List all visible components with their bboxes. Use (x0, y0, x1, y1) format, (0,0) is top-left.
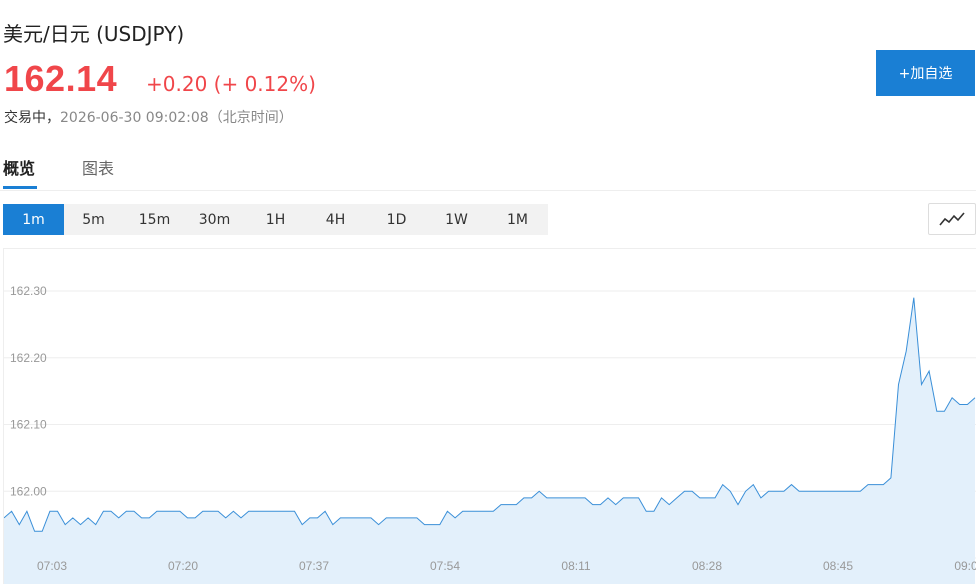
chart-type-button[interactable] (928, 203, 976, 235)
period-1mo[interactable]: 1M (487, 204, 548, 235)
page-title: 美元/日元 (USDJPY) (3, 22, 185, 46)
period-1w[interactable]: 1W (426, 204, 487, 235)
tab-bar: 概览 图表 (0, 150, 976, 191)
x-tick-label: 07:54 (430, 559, 460, 573)
x-tick-label: 07:03 (37, 559, 67, 573)
tab-chart[interactable]: 图表 (82, 155, 114, 179)
series-area (4, 297, 975, 584)
period-15m[interactable]: 15m (124, 204, 185, 235)
y-tick-label: 162.00 (10, 484, 47, 498)
x-tick-label: 08:11 (561, 559, 590, 573)
period-4h[interactable]: 4H (305, 204, 366, 235)
tab-overview[interactable]: 概览 (3, 155, 35, 179)
chart-svg: 162.30162.20162.10162.00161.9007:0307:20… (4, 284, 976, 584)
period-5m[interactable]: 5m (63, 204, 124, 235)
period-1h[interactable]: 1H (245, 204, 306, 235)
period-selector: 1m 5m 15m 30m 1H 4H 1D 1W 1M (3, 204, 548, 235)
trading-status: 交易中，2026-06-30 09:02:08（北京时间） (4, 107, 293, 127)
period-1m[interactable]: 1m (3, 204, 64, 235)
line-chart-icon (939, 212, 965, 226)
active-tab-indicator (3, 186, 37, 189)
status-label: 交易中， (4, 110, 60, 126)
x-tick-label: 08:28 (692, 559, 722, 573)
add-to-watchlist-button[interactable]: +加自选 (876, 50, 975, 96)
y-tick-label: 162.20 (10, 351, 47, 365)
period-30m[interactable]: 30m (184, 204, 245, 235)
timestamp: 2026-06-30 09:02:08（北京时间） (60, 110, 293, 126)
y-tick-label: 162.10 (10, 418, 47, 432)
price-chart[interactable]: 162.30162.20162.10162.00161.9007:0307:20… (3, 248, 976, 584)
price-change: +0.20 (+ 0.12%) (146, 72, 316, 96)
y-tick-label: 162.30 (10, 284, 47, 298)
period-1d[interactable]: 1D (366, 204, 427, 235)
x-tick-label: 09:0 (954, 559, 976, 573)
x-tick-label: 08:45 (823, 559, 853, 573)
x-tick-label: 07:20 (168, 559, 198, 573)
current-price: 162.14 (4, 58, 118, 99)
x-tick-label: 07:37 (299, 559, 329, 573)
